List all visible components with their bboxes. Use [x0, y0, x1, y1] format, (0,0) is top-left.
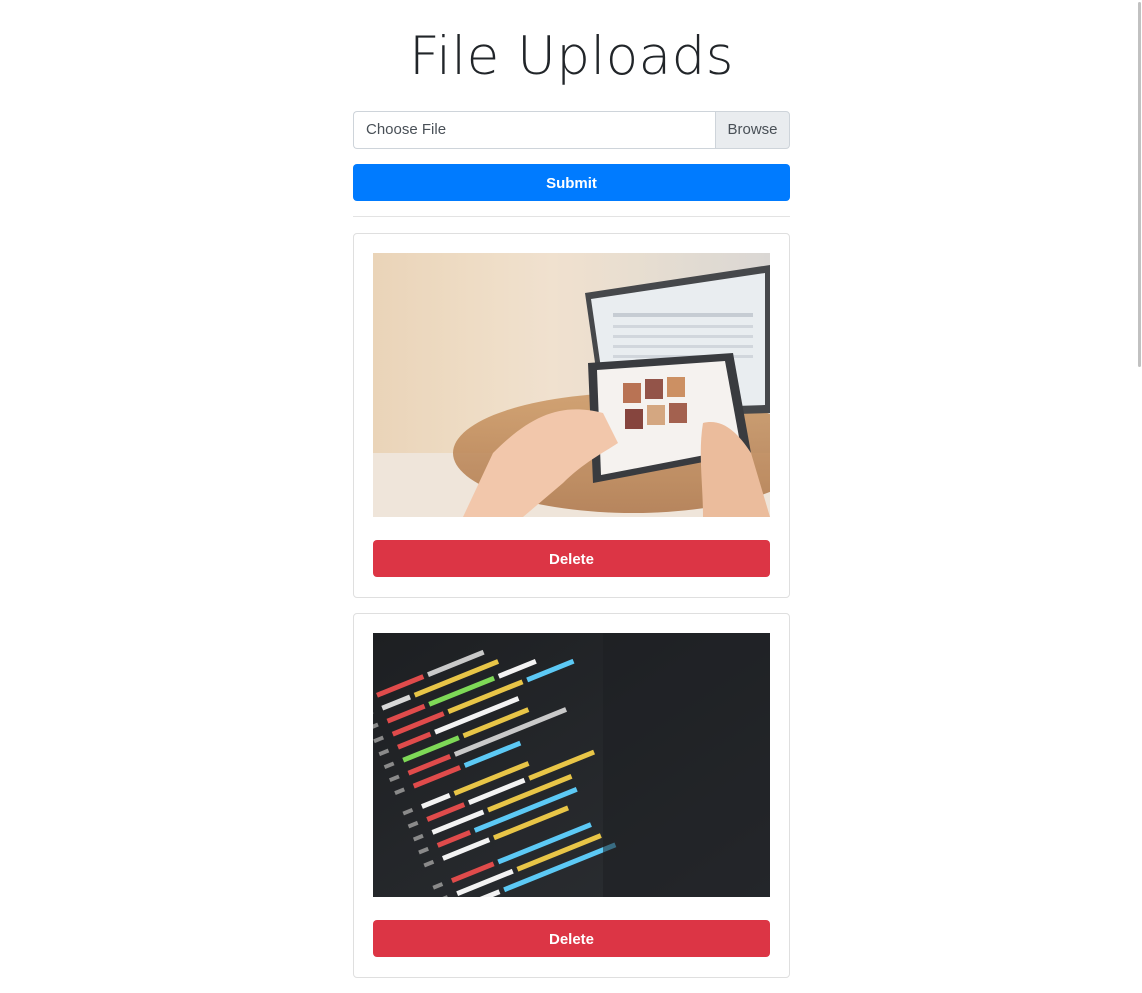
divider — [353, 216, 790, 217]
file-input[interactable]: Choose File Browse — [353, 111, 790, 149]
upload-card: Delete — [353, 613, 790, 978]
page-title: File Uploads — [409, 26, 734, 87]
delete-button[interactable]: Delete — [373, 540, 770, 577]
scrollbar[interactable] — [1138, 0, 1142, 993]
file-input-label[interactable]: Choose File — [353, 111, 715, 149]
upload-card: Delete — [353, 233, 790, 598]
uploaded-image — [373, 633, 770, 897]
delete-button[interactable]: Delete — [373, 920, 770, 957]
browse-button[interactable]: Browse — [715, 111, 790, 149]
scrollbar-thumb[interactable] — [1138, 2, 1141, 367]
submit-button[interactable]: Submit — [353, 164, 790, 201]
uploaded-image — [373, 253, 770, 517]
